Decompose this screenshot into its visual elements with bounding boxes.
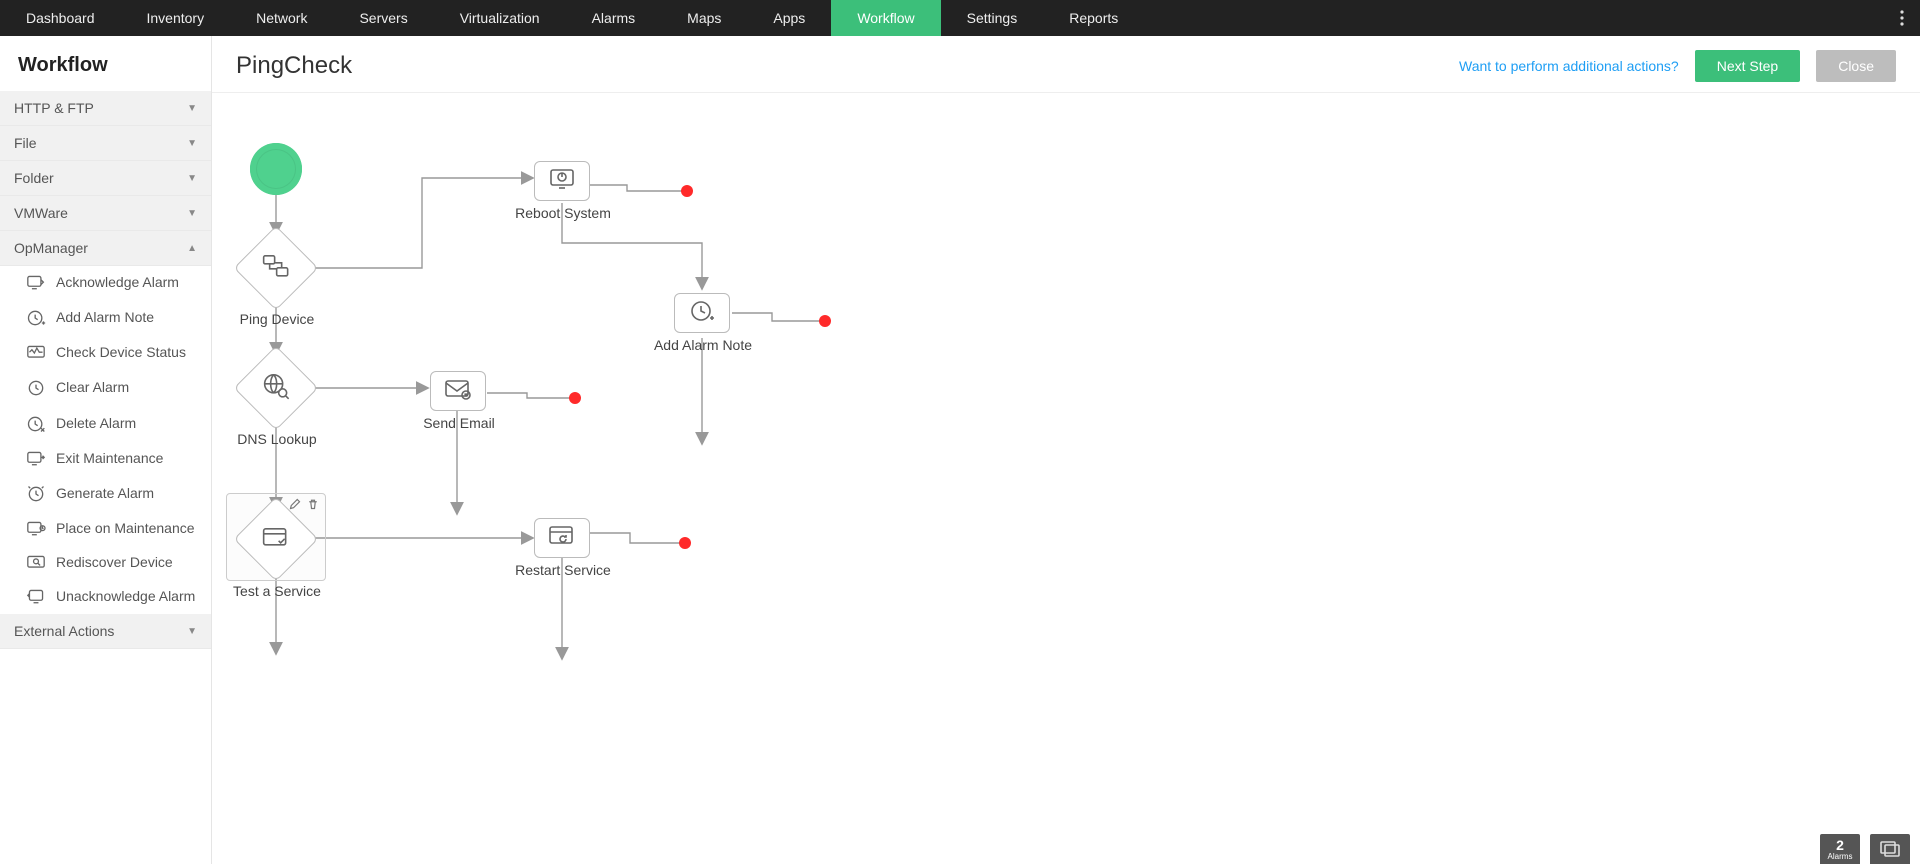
nav-servers[interactable]: Servers — [333, 0, 433, 36]
sidebar-item-unacknowledge-alarm[interactable]: Unacknowledge Alarm — [0, 580, 211, 614]
sidebar-item-label: Rediscover Device — [56, 554, 173, 572]
main: PingCheck Want to perform additional act… — [212, 36, 1920, 864]
node-label: Test a Service — [222, 583, 332, 601]
page-title: PingCheck — [236, 52, 352, 80]
sidebar-group-label: Folder — [14, 170, 54, 186]
test-service-icon — [262, 525, 290, 554]
alarms-count-button[interactable]: 2 Alarms — [1820, 834, 1860, 864]
nav-alarms[interactable]: Alarms — [566, 0, 662, 36]
nav-inventory[interactable]: Inventory — [121, 0, 231, 36]
sidebar-group-label: OpManager — [14, 240, 88, 256]
node-label: Send Email — [404, 415, 514, 433]
chevron-up-icon: ▲ — [187, 243, 197, 254]
sidebar-item-label: Acknowledge Alarm — [56, 274, 179, 292]
nav-more-icon[interactable] — [1884, 0, 1920, 36]
node-label: DNS Lookup — [222, 431, 332, 449]
node-restart-service[interactable] — [534, 518, 590, 558]
chevron-down-icon: ▼ — [187, 208, 197, 219]
reboot-system-icon — [548, 167, 576, 196]
sidebar-group-opmanager[interactable]: OpManager ▲ — [0, 231, 211, 266]
delete-node-icon[interactable] — [307, 498, 319, 513]
sidebar-title: Workflow — [0, 36, 211, 91]
add-alarm-note-icon — [26, 308, 46, 328]
sidebar-item-label: Delete Alarm — [56, 415, 136, 433]
generate-alarm-icon — [26, 484, 46, 504]
node-send-email[interactable] — [430, 371, 486, 411]
chevron-down-icon: ▼ — [187, 103, 197, 114]
nav-network[interactable]: Network — [230, 0, 333, 36]
sidebar-group-label: HTTP & FTP — [14, 100, 94, 116]
bottom-floating-buttons: 2 Alarms — [1820, 834, 1910, 864]
sidebar-item-generate-alarm[interactable]: Generate Alarm — [0, 476, 211, 512]
sidebar-item-label: Generate Alarm — [56, 485, 154, 503]
sidebar-item-check-device-status[interactable]: Check Device Status — [0, 336, 211, 370]
sidebar-item-label: Place on Maintenance — [56, 520, 195, 538]
sidebar-group-http-ftp[interactable]: HTTP & FTP ▼ — [0, 91, 211, 126]
ping-device-icon — [262, 254, 290, 283]
close-button[interactable]: Close — [1816, 50, 1896, 82]
exit-maintenance-icon — [26, 450, 46, 468]
clear-alarm-icon — [26, 378, 46, 398]
rediscover-device-icon — [26, 554, 46, 572]
sidebar-item-rediscover-device[interactable]: Rediscover Device — [0, 546, 211, 580]
top-nav: Dashboard Inventory Network Servers Virt… — [0, 0, 1920, 36]
nav-dashboard[interactable]: Dashboard — [0, 0, 121, 36]
check-device-status-icon — [26, 344, 46, 362]
node-label: Restart Service — [508, 562, 618, 580]
workflow-start-node[interactable] — [250, 143, 302, 195]
chevron-down-icon: ▼ — [187, 138, 197, 149]
nav-reports[interactable]: Reports — [1043, 0, 1144, 36]
restart-service-icon — [548, 524, 576, 553]
node-label: Reboot System — [508, 205, 618, 223]
delete-alarm-icon — [26, 414, 46, 434]
next-step-button[interactable]: Next Step — [1695, 50, 1800, 82]
chevron-down-icon: ▼ — [187, 626, 197, 637]
sidebar-item-place-on-maintenance[interactable]: Place on Maintenance — [0, 512, 211, 546]
unacknowledge-alarm-icon — [26, 588, 46, 606]
nav-apps[interactable]: Apps — [747, 0, 831, 36]
dns-lookup-icon — [262, 372, 290, 405]
node-add-alarm-note[interactable] — [674, 293, 730, 333]
node-reboot-system[interactable] — [534, 161, 590, 201]
sidebar-group-external-actions[interactable]: External Actions ▼ — [0, 614, 211, 649]
place-on-maintenance-icon — [26, 520, 46, 538]
sidebar-item-label: Unacknowledge Alarm — [56, 588, 195, 606]
sidebar-item-label: Clear Alarm — [56, 379, 129, 397]
nav-workflow[interactable]: Workflow — [831, 0, 940, 36]
main-header: PingCheck Want to perform additional act… — [212, 36, 1920, 93]
sidebar-group-label: VMWare — [14, 205, 68, 221]
node-dns-lookup[interactable] — [234, 346, 319, 431]
sidebar-item-label: Check Device Status — [56, 344, 186, 362]
send-email-icon — [444, 378, 472, 405]
node-ping-device[interactable] — [234, 226, 319, 311]
alarms-count: 2 — [1836, 838, 1844, 852]
alarms-count-label: Alarms — [1828, 852, 1853, 861]
node-label: Ping Device — [222, 311, 332, 329]
node-label: Add Alarm Note — [648, 337, 758, 355]
nav-maps[interactable]: Maps — [661, 0, 747, 36]
additional-actions-link[interactable]: Want to perform additional actions? — [1459, 58, 1679, 74]
nav-settings[interactable]: Settings — [941, 0, 1044, 36]
overview-toggle-button[interactable] — [1870, 834, 1910, 864]
sidebar-item-exit-maintenance[interactable]: Exit Maintenance — [0, 442, 211, 476]
sidebar-item-acknowledge-alarm[interactable]: Acknowledge Alarm — [0, 266, 211, 300]
sidebar-group-file[interactable]: File ▼ — [0, 126, 211, 161]
sidebar-group-vmware[interactable]: VMWare ▼ — [0, 196, 211, 231]
sidebar-group-label: External Actions — [14, 623, 114, 639]
acknowledge-alarm-icon — [26, 274, 46, 292]
sidebar-group-label: File — [14, 135, 37, 151]
sidebar-item-label: Add Alarm Note — [56, 309, 154, 327]
sidebar-item-delete-alarm[interactable]: Delete Alarm — [0, 406, 211, 442]
sidebar-item-clear-alarm[interactable]: Clear Alarm — [0, 370, 211, 406]
workflow-canvas[interactable]: Ping Device DNS Lookup — [212, 93, 1542, 733]
sidebar-item-add-alarm-note[interactable]: Add Alarm Note — [0, 300, 211, 336]
sidebar-item-label: Exit Maintenance — [56, 450, 163, 468]
chevron-down-icon: ▼ — [187, 173, 197, 184]
add-alarm-note-icon — [688, 298, 716, 329]
nav-virtualization[interactable]: Virtualization — [434, 0, 566, 36]
sidebar: Workflow HTTP & FTP ▼ File ▼ Folder ▼ VM… — [0, 36, 212, 864]
sidebar-group-folder[interactable]: Folder ▼ — [0, 161, 211, 196]
